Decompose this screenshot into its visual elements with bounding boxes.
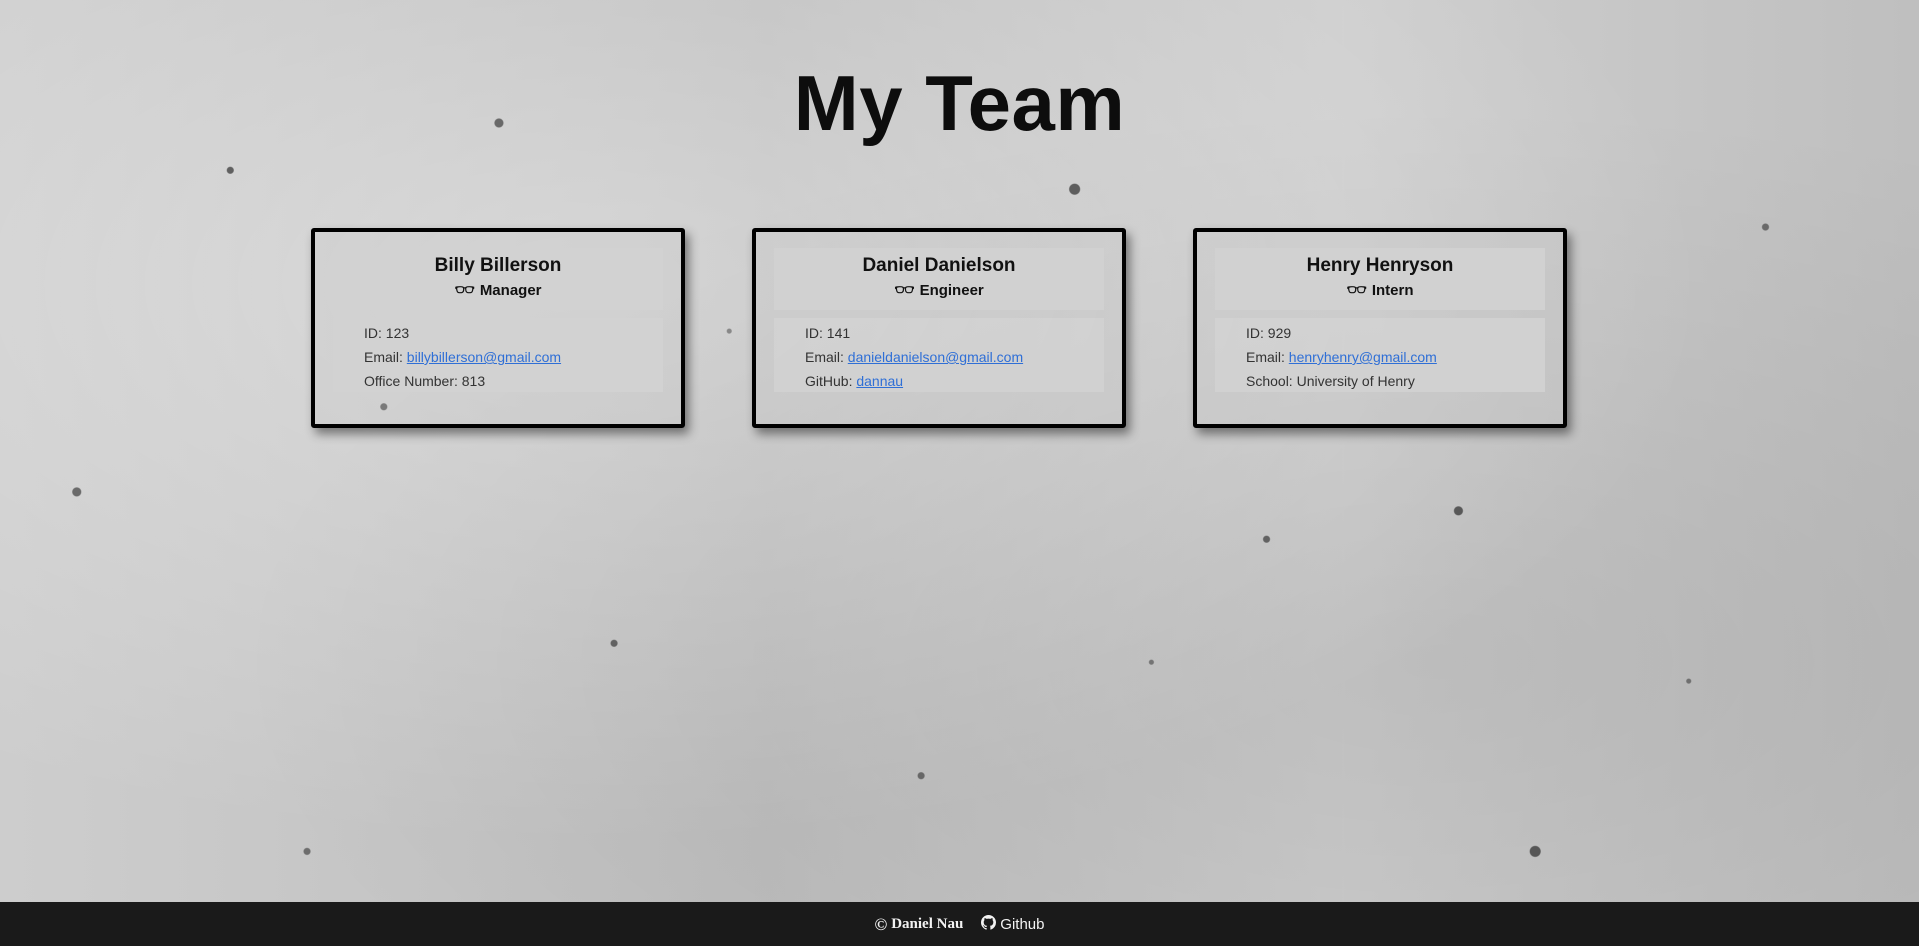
employee-name: Daniel Danielson: [862, 255, 1016, 276]
github-link[interactable]: Github: [981, 915, 1045, 933]
email-label: Email:: [805, 349, 848, 365]
card-body: ID: 141 Email: danieldanielson@gmail.com…: [774, 318, 1104, 392]
employee-email-link[interactable]: henryhenry@gmail.com: [1289, 349, 1437, 365]
card-body: ID: 929 Email: henryhenry@gmail.com Scho…: [1215, 318, 1545, 392]
page-title: My Team: [793, 59, 1126, 147]
employee-email-line: Email: henryhenry@gmail.com: [1246, 345, 1545, 369]
employee-email-link[interactable]: danieldanielson@gmail.com: [848, 349, 1023, 365]
employee-id: ID: 141: [805, 325, 851, 341]
employee-school: School: University of Henry: [1246, 373, 1415, 389]
github-label: Github: [1000, 915, 1045, 933]
employee-id: ID: 929: [1246, 325, 1292, 341]
copyright-icon: ©: [874, 914, 888, 934]
employee-email-line: Email: danieldanielson@gmail.com: [805, 345, 1104, 369]
employee-role-line: 👓︎ Manager: [333, 282, 663, 300]
employee-role-line: 👓︎ Intern: [1215, 282, 1545, 300]
glasses-icon: 👓︎: [894, 282, 915, 299]
employee-role: Manager: [479, 282, 542, 299]
employee-role-line: 👓︎ Engineer: [774, 282, 1104, 300]
email-label: Email:: [1246, 349, 1289, 365]
card-header: Henry Henryson 👓︎ Intern: [1215, 248, 1545, 310]
employee-office-number: Office Number: 813: [364, 373, 486, 389]
github-icon: [981, 915, 997, 933]
employee-role: Engineer: [919, 282, 984, 299]
employee-email-link[interactable]: billybillerson@gmail.com: [407, 349, 561, 365]
glasses-icon: 👓︎: [454, 282, 475, 299]
employee-card-intern: Henry Henryson 👓︎ Intern ID: 929 Email: …: [1193, 228, 1567, 428]
employee-github-link[interactable]: dannau: [856, 373, 903, 389]
copyright-text: Daniel Nau: [891, 915, 964, 932]
employee-name: Henry Henryson: [1306, 255, 1454, 276]
employee-role: Intern: [1371, 282, 1414, 299]
card-header: Daniel Danielson 👓︎ Engineer: [774, 248, 1104, 310]
employee-name: Billy Billerson: [434, 255, 562, 276]
employee-github-line: GitHub: dannau: [805, 369, 1104, 393]
github-label: GitHub:: [805, 373, 857, 389]
employee-card-manager: Billy Billerson 👓︎ Manager ID: 123 Email…: [311, 228, 685, 428]
employee-id: ID: 123: [364, 325, 410, 341]
employee-email-line: Email: billybillerson@gmail.com: [364, 345, 663, 369]
footer: © Daniel Nau Github: [0, 902, 1919, 946]
team-cards: Billy Billerson 👓︎ Manager ID: 123 Email…: [311, 228, 1567, 428]
card-header: Billy Billerson 👓︎ Manager: [333, 248, 663, 310]
employee-card-engineer: Daniel Danielson 👓︎ Engineer ID: 141 Ema…: [752, 228, 1126, 428]
glasses-icon: 👓︎: [1346, 282, 1367, 299]
footer-copyright: © Daniel Nau: [875, 916, 964, 933]
email-label: Email:: [364, 349, 407, 365]
card-body: ID: 123 Email: billybillerson@gmail.com …: [333, 318, 663, 392]
